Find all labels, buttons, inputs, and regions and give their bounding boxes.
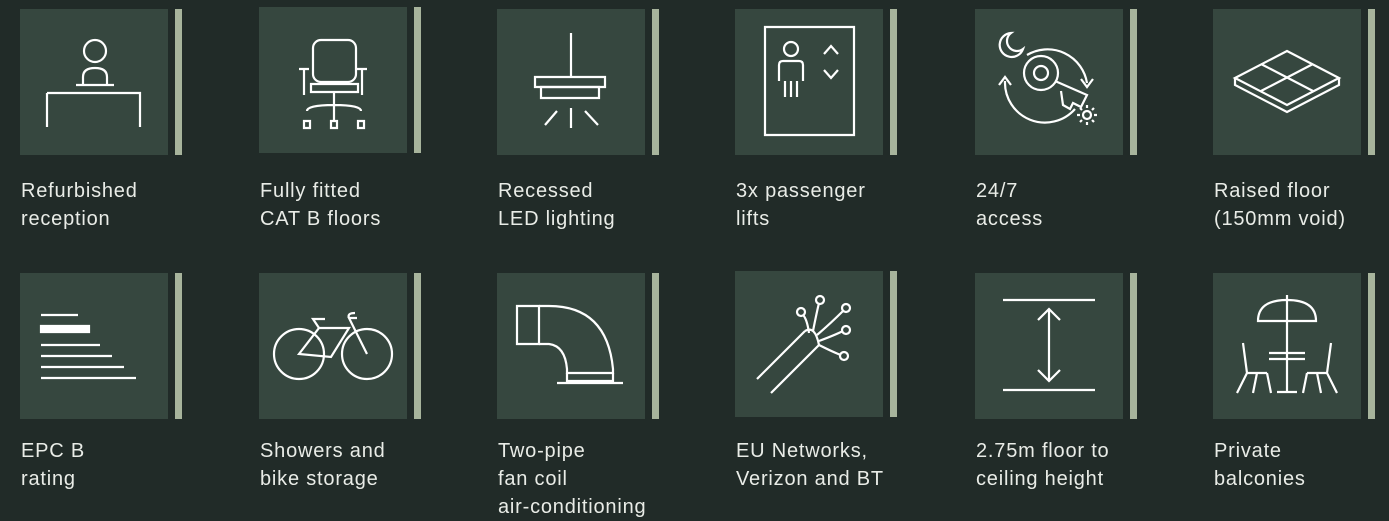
fibre-optic-cable-icon — [735, 271, 883, 417]
feature-label: 2.75m floor to ceiling height — [976, 440, 1110, 490]
bicycle-icon — [259, 273, 407, 419]
patio-table-umbrella-icon — [1213, 273, 1361, 419]
feature-label: Fully fitted CAT B floors — [260, 180, 382, 230]
feature-label: 24/7 access — [976, 180, 1044, 230]
ceiling-light-icon — [497, 9, 645, 155]
air-duct-icon — [497, 273, 645, 419]
feature-label: EPC B rating — [21, 440, 86, 490]
feature-label: Two-pipe fan coil air-conditioning — [498, 440, 647, 518]
feature-label: Private balconies — [1214, 440, 1306, 490]
raised-floor-icon — [1213, 9, 1361, 155]
feature-label: EU Networks, Verizon and BT — [736, 440, 884, 490]
ceiling-height-icon — [975, 273, 1123, 419]
office-chair-icon — [259, 7, 407, 153]
reception-desk-icon — [20, 9, 168, 155]
epc-rating-bars-icon — [20, 273, 168, 419]
passenger-lift-icon — [735, 9, 883, 155]
feature-label: Refurbished reception — [21, 180, 138, 230]
day-night-key-icon — [975, 9, 1123, 155]
feature-label: Showers and bike storage — [260, 440, 386, 490]
feature-label: 3x passenger lifts — [736, 180, 866, 230]
feature-label: Raised floor (150mm void) — [1214, 180, 1346, 230]
feature-label: Recessed LED lighting — [498, 180, 616, 230]
